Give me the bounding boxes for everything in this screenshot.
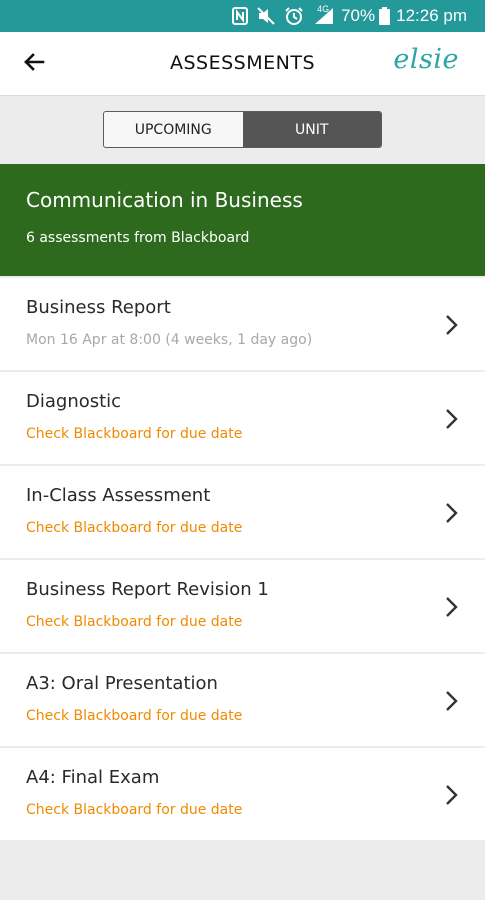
assessment-title: Business Report Revision 1 xyxy=(26,579,269,600)
assessment-list: Business Report Mon 16 Apr at 8:00 (4 we… xyxy=(0,278,485,842)
unit-name: Communication in Business xyxy=(26,188,303,212)
tab-bar: UPCOMING UNIT xyxy=(0,97,485,164)
nfc-icon xyxy=(232,6,249,26)
alarm-icon xyxy=(284,6,304,26)
assessment-due: Check Blackboard for due date xyxy=(26,614,243,630)
tab-upcoming[interactable]: UPCOMING xyxy=(104,112,243,147)
chevron-right-icon xyxy=(445,596,459,618)
assessment-due: Check Blackboard for due date xyxy=(26,708,243,724)
chevron-right-icon xyxy=(445,690,459,712)
status-bar: 4G 70% 12:26 pm xyxy=(0,0,485,32)
assessment-item-in-class[interactable]: In-Class Assessment Check Blackboard for… xyxy=(0,466,485,560)
chevron-right-icon xyxy=(445,314,459,336)
battery-percent: 70% xyxy=(341,6,376,25)
assessment-item-report-revision[interactable]: Business Report Revision 1 Check Blackbo… xyxy=(0,560,485,654)
elsie-logo: elsie xyxy=(393,44,459,75)
assessment-title: Business Report xyxy=(26,297,171,318)
assessment-item-business-report[interactable]: Business Report Mon 16 Apr at 8:00 (4 we… xyxy=(0,278,485,372)
app-bar: ASSESSMENTS elsie xyxy=(0,32,485,96)
battery-icon xyxy=(379,6,391,26)
assessment-item-oral-presentation[interactable]: A3: Oral Presentation Check Blackboard f… xyxy=(0,654,485,748)
assessment-due: Check Blackboard for due date xyxy=(26,802,243,818)
clock: 12:26 pm xyxy=(396,6,467,25)
assessment-title: Diagnostic xyxy=(26,391,122,412)
network-badge: 4G xyxy=(317,4,330,14)
assessment-due: Check Blackboard for due date xyxy=(26,426,243,442)
unit-summary: 6 assessments from Blackboard xyxy=(26,230,250,246)
chevron-right-icon xyxy=(445,408,459,430)
chevron-right-icon xyxy=(445,502,459,524)
chevron-right-icon xyxy=(445,784,459,806)
assessment-title: In-Class Assessment xyxy=(26,485,211,506)
assessment-item-final-exam[interactable]: A4: Final Exam Check Blackboard for due … xyxy=(0,748,485,842)
assessment-title: A3: Oral Presentation xyxy=(26,673,218,694)
assessment-title: A4: Final Exam xyxy=(26,767,160,788)
mute-icon xyxy=(257,6,275,26)
unit-banner: Communication in Business 6 assessments … xyxy=(0,164,485,276)
assessment-due: Check Blackboard for due date xyxy=(26,520,243,536)
segmented-control: UPCOMING UNIT xyxy=(103,111,382,148)
tab-unit[interactable]: UNIT xyxy=(242,112,381,147)
assessment-item-diagnostic[interactable]: Diagnostic Check Blackboard for due date xyxy=(0,372,485,466)
assessment-due: Mon 16 Apr at 8:00 (4 weeks, 1 day ago) xyxy=(26,332,313,348)
